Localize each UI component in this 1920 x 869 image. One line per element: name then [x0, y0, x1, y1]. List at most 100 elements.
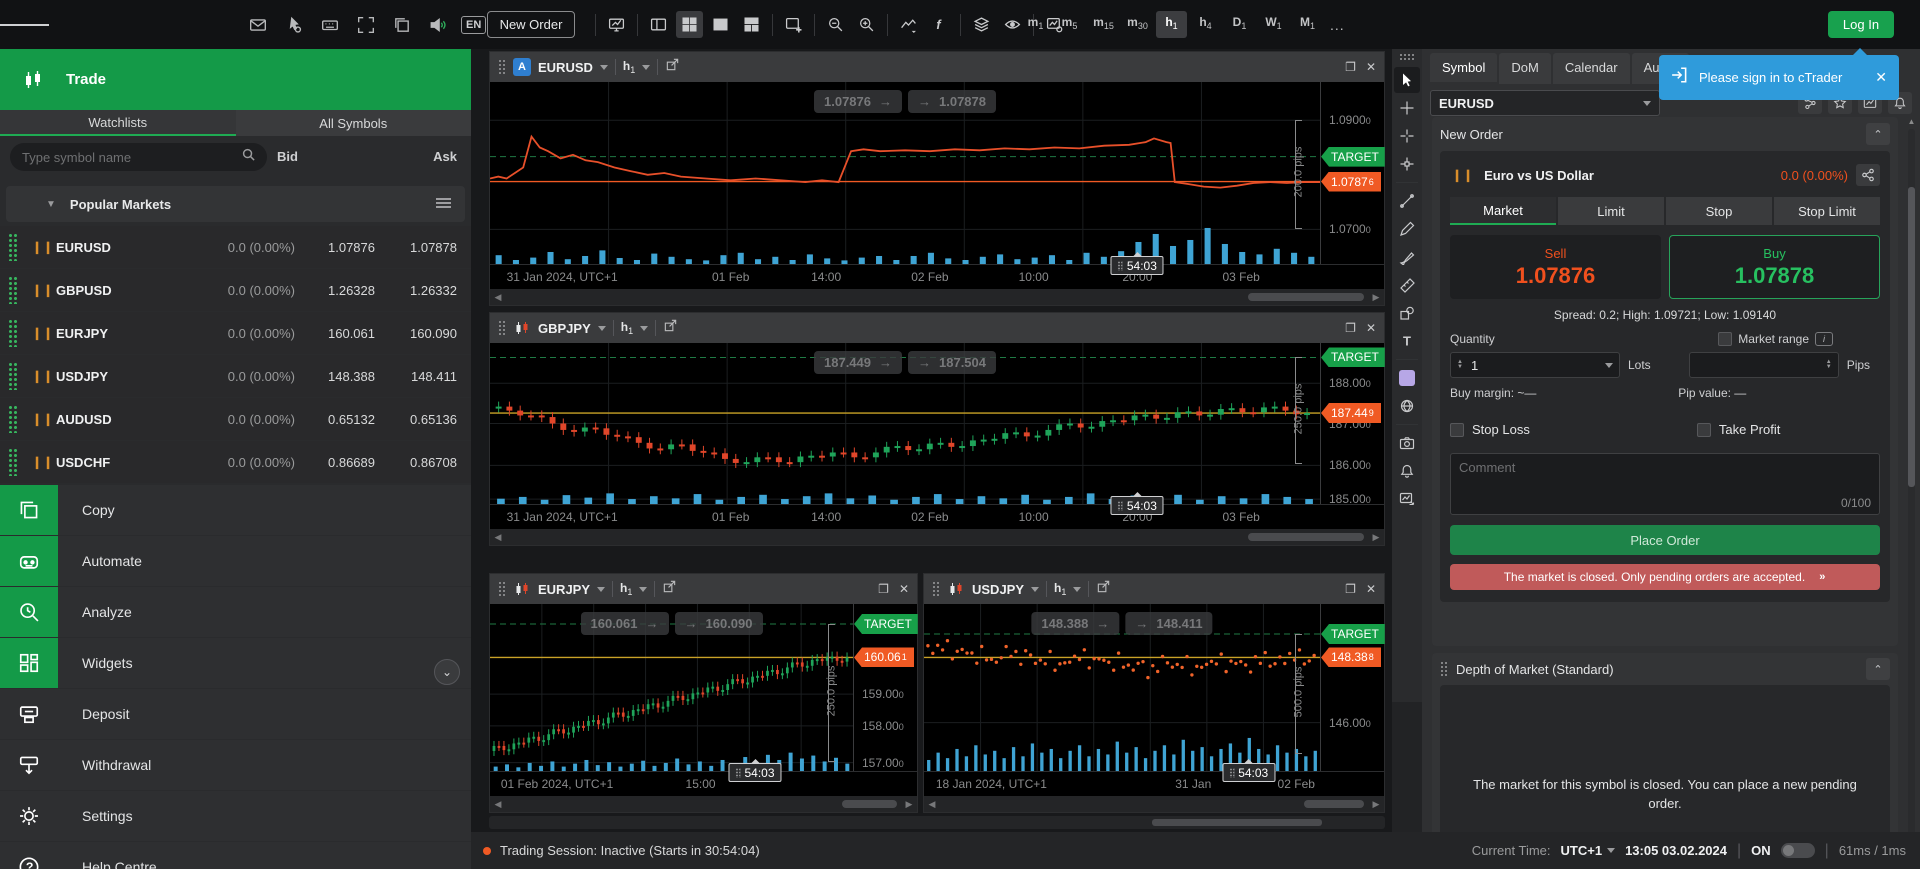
stop-loss-checkbox[interactable] — [1450, 422, 1464, 437]
chart-scrollbar[interactable]: ◀ ▶ — [490, 796, 917, 812]
collapse-menu-button[interactable]: ⌄ — [434, 659, 460, 685]
order-type-limit[interactable]: Limit — [1558, 197, 1664, 225]
chart-timeframe-select[interactable]: h1 — [1054, 581, 1066, 597]
tab-all-symbols[interactable]: All Symbols — [235, 110, 471, 136]
symbol-row-usdchf[interactable]: ❙❙ USDCHF 0.0 (0.00%) 0.86689 0.86708 — [0, 441, 471, 483]
keyboard-icon[interactable] — [317, 12, 343, 38]
chart-timeframe-select[interactable]: h1 — [620, 581, 632, 597]
scroll-right-icon[interactable]: ▶ — [901, 799, 917, 810]
camera-icon[interactable] — [1394, 430, 1420, 456]
brush-icon[interactable] — [1394, 244, 1420, 270]
session-countdown-badge[interactable]: 54:03 — [1222, 763, 1276, 782]
chart-header[interactable]: GBPJPY h 1 ❐ ✕ — [490, 313, 1384, 343]
scroll-right-icon[interactable]: ▶ — [1368, 799, 1384, 810]
sidebar-item-help-centre[interactable]: ? Help Centre — [0, 842, 471, 869]
session-countdown-badge[interactable]: 54:03 — [1110, 256, 1164, 275]
trade-header[interactable]: Trade — [0, 49, 471, 110]
ghost-buy-button[interactable]: → 1.07878 — [908, 90, 996, 113]
place-order-button[interactable]: Place Order — [1450, 525, 1880, 555]
detach-chart-icon[interactable] — [1096, 579, 1111, 599]
market-range-pips-input[interactable]: ▲ ▼ — [1688, 352, 1839, 378]
zoom-in-icon[interactable] — [853, 11, 880, 38]
hamburger-menu-icon[interactable] — [0, 0, 49, 49]
drag-handle-icon[interactable] — [932, 581, 940, 597]
globe-icon[interactable] — [1394, 393, 1420, 419]
right-panel-scrollbar[interactable]: ▲ — [1907, 117, 1916, 865]
sidebar-item-automate[interactable]: Automate — [0, 536, 471, 586]
market-range-checkbox[interactable] — [1718, 332, 1733, 346]
drag-handle-icon[interactable] — [8, 233, 18, 261]
stepper-arrows[interactable]: ▲ ▼ — [1826, 359, 1832, 370]
timezone-select[interactable]: UTC+1 — [1561, 843, 1616, 858]
symbol-row-usdjpy[interactable]: ❙❙ USDJPY 0.0 (0.00%) 148.388 148.411 — [0, 355, 471, 397]
symbol-row-audusd[interactable]: ❙❙ AUDUSD 0.0 (0.00%) 0.65132 0.65136 — [0, 398, 471, 440]
share-icon[interactable] — [1856, 164, 1880, 186]
chart-scrollbar[interactable]: ◀ ▶ — [490, 529, 1384, 545]
close-icon[interactable]: ✕ — [1366, 60, 1376, 74]
chart-header[interactable]: A EURUSD h 1 ❐ ✕ — [490, 52, 1384, 82]
timeframe-D1[interactable]: D1 — [1224, 11, 1255, 38]
new-order-button[interactable]: New Order — [487, 11, 575, 38]
scroll-right-icon[interactable]: ▶ — [1368, 292, 1384, 303]
collapse-section-button[interactable]: ⌃ — [1866, 123, 1890, 145]
timeframe-more-button[interactable]: ... — [1330, 17, 1345, 33]
ghost-sell-button[interactable]: 160.061 → — [580, 612, 669, 635]
timeframe-m5[interactable]: m5 — [1054, 11, 1085, 38]
sell-button[interactable]: Sell 1.07876 — [1450, 235, 1661, 299]
timeframe-M1[interactable]: M1 — [1292, 11, 1323, 38]
scroll-left-icon[interactable]: ◀ — [490, 799, 506, 810]
zoom-out-icon[interactable] — [822, 11, 849, 38]
ghost-sell-button[interactable]: 1.07876 → — [814, 90, 902, 113]
maximize-icon[interactable]: ❐ — [1345, 60, 1356, 74]
order-type-stop-limit[interactable]: Stop Limit — [1774, 197, 1880, 225]
scrollbar-thumb[interactable] — [1304, 800, 1364, 808]
fullscreen-icon[interactable] — [353, 12, 379, 38]
color-swatch[interactable] — [1394, 365, 1420, 391]
export-chart-icon[interactable] — [1394, 486, 1420, 512]
timeframe-h1[interactable]: h1 — [1156, 11, 1187, 38]
scrollbar-thumb[interactable] — [1247, 293, 1364, 301]
mail-icon[interactable] — [245, 12, 271, 38]
order-type-stop[interactable]: Stop — [1666, 197, 1772, 225]
tab-symbol[interactable]: Symbol — [1430, 53, 1498, 84]
scroll-right-icon[interactable]: ▶ — [1368, 532, 1384, 543]
tab-watchlists[interactable]: Watchlists — [0, 110, 236, 136]
pointer-settings-icon[interactable] — [281, 12, 307, 38]
on-toggle[interactable] — [1780, 843, 1815, 858]
text-tool-icon[interactable]: T — [1394, 328, 1420, 354]
drag-handle-icon[interactable] — [498, 320, 506, 336]
sidebar-item-withdrawal[interactable]: Withdrawal — [0, 740, 471, 790]
comment-input[interactable] — [1451, 454, 1879, 492]
grid-layout-icon[interactable] — [676, 11, 703, 38]
anchor-target-icon[interactable] — [1394, 151, 1420, 177]
chart-symbol-select[interactable]: GBPJPY — [538, 321, 591, 336]
maximize-icon[interactable]: ❐ — [878, 582, 889, 596]
scroll-left-icon[interactable]: ◀ — [490, 532, 506, 543]
tab-calendar[interactable]: Calendar — [1552, 53, 1630, 84]
crosshair-sync-icon[interactable] — [1394, 123, 1420, 149]
session-countdown-badge[interactable]: 54:03 — [1110, 496, 1164, 515]
scroll-left-icon[interactable]: ◀ — [924, 799, 940, 810]
sidebar-item-analyze[interactable]: Analyze — [0, 587, 471, 637]
popular-markets-group[interactable]: ▼ Popular Markets — [6, 186, 465, 222]
alert-bell-icon[interactable] — [1394, 458, 1420, 484]
maximize-icon[interactable]: ❐ — [1345, 321, 1356, 335]
workspace-layout-icon[interactable] — [645, 11, 672, 38]
drag-handle-icon[interactable] — [498, 581, 506, 597]
timeframe-W1[interactable]: W1 — [1258, 11, 1289, 38]
language-badge[interactable]: EN — [461, 15, 487, 34]
take-profit-checkbox[interactable] — [1696, 422, 1711, 437]
drag-handle-icon[interactable] — [498, 59, 506, 75]
cursor-tool-icon[interactable] — [1394, 67, 1420, 93]
toolbar-grip[interactable] — [1399, 53, 1415, 61]
order-type-market[interactable]: Market — [1450, 197, 1556, 225]
sidebar-item-settings[interactable]: Settings — [0, 791, 471, 841]
crosshair-icon[interactable] — [1394, 95, 1420, 121]
close-icon[interactable]: ✕ — [899, 582, 909, 596]
shapes-icon[interactable] — [1394, 300, 1420, 326]
chart-timeframe-select[interactable]: h1 — [623, 59, 635, 75]
symbol-select[interactable]: EURUSD — [1430, 90, 1660, 116]
detach-chart-icon[interactable] — [663, 318, 678, 338]
sound-icon[interactable] — [425, 12, 451, 38]
chart-plot[interactable]: 1.07876 → → 1.07878 200.0 pips — [490, 82, 1320, 264]
